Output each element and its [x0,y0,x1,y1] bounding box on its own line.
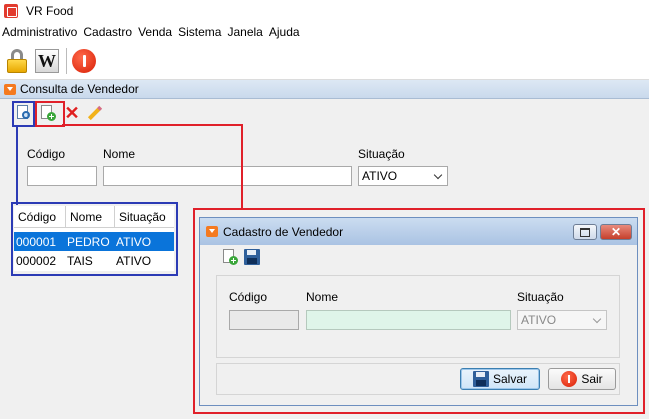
dialog-codigo-input[interactable] [229,310,299,330]
dialog-nome-label: Nome [306,290,339,304]
dialog-situacao-select[interactable]: ATIVO [517,310,607,330]
column-situacao[interactable]: Situação [115,206,174,228]
dialog-nome-input[interactable] [306,310,511,330]
column-codigo[interactable]: Código [14,206,66,228]
cell-nome: TAIS [67,253,93,268]
column-nome[interactable]: Nome [66,206,115,228]
menu-janela[interactable]: Janela [224,25,265,39]
sair-label: Sair [581,372,603,386]
edit-button[interactable] [85,103,105,123]
menu-venda[interactable]: Venda [135,25,175,39]
window-title: VR Food [26,4,74,18]
sair-button[interactable]: Sair [548,368,616,390]
dialog-titlebar: Cadastro de Vendedor ✕ [200,218,637,245]
search-icon [16,105,32,121]
search-button[interactable] [14,103,34,123]
vr-food-app-icon [4,4,18,18]
dialog-title: Cadastro de Vendedor [223,224,344,239]
cell-nome: PEDRO [67,234,110,249]
toolbar-separator [66,48,67,74]
w-button[interactable]: W [33,47,61,75]
filter-codigo-input[interactable] [27,166,97,186]
consulta-panel-header: Consulta de Vendedor [0,80,649,99]
delete-button[interactable]: ✕ [62,103,82,123]
window-titlebar: VR Food [0,0,649,22]
consulta-title: Consulta de Vendedor [20,82,139,96]
chevron-down-icon [433,170,443,180]
menu-cadastro[interactable]: Cadastro [80,25,135,39]
dialog-situacao-value: ATIVO [521,313,557,327]
delete-icon: ✕ [64,103,80,123]
lock-icon [7,49,27,73]
save-icon [244,249,260,265]
filter-situacao-value: ATIVO [362,169,398,183]
cell-situacao: ATIVO [116,234,152,249]
menu-administrativo[interactable]: Administrativo [0,25,80,39]
table-row[interactable]: 000001 PEDRO ATIVO [14,232,174,251]
menu-sistema[interactable]: Sistema [175,25,224,39]
cell-situacao: ATIVO [116,253,152,268]
new-button[interactable] [38,103,58,123]
annotation-blue-connector [16,127,18,205]
dialog-codigo-label: Código [229,290,268,304]
filter-situacao-label: Situação [358,147,405,161]
dialog-new-button[interactable] [220,247,240,267]
dialog-menu-icon[interactable] [206,226,218,237]
menu-ajuda[interactable]: Ajuda [266,25,303,39]
table-row[interactable]: 000002 TAIS ATIVO [14,251,174,270]
save-icon [472,371,489,387]
w-icon: W [35,49,59,73]
new-document-icon [40,105,56,121]
main-toolbar: W [0,42,649,80]
exit-button[interactable] [70,47,98,75]
filter-nome-label: Nome [103,147,136,161]
cell-codigo: 000001 [16,234,57,249]
power-icon [72,49,96,73]
filter-nome-input[interactable] [103,166,352,186]
close-button[interactable]: ✕ [600,224,632,240]
dialog-save-button[interactable] [242,247,262,267]
salvar-button[interactable]: Salvar [460,368,540,390]
filter-situacao-select[interactable]: ATIVO [358,166,448,186]
chevron-down-icon [592,314,602,324]
salvar-label: Salvar [492,372,527,386]
menu-bar: Administrativo Cadastro Venda Sistema Ja… [0,22,649,42]
restore-button[interactable] [573,224,597,240]
edit-pencil-icon [87,105,103,121]
grid-header: Código Nome Situação [14,206,174,228]
consulta-toolbar: ✕ [0,100,649,126]
filter-codigo-label: Código [27,147,66,161]
exit-icon [561,371,578,387]
dialog-situacao-label: Situação [517,290,564,304]
close-icon: ✕ [610,225,622,239]
lock-button[interactable] [3,47,31,75]
cell-codigo: 000002 [16,253,57,268]
vendedor-grid: Código Nome Situação 000001 PEDRO ATIVO … [14,206,174,271]
panel-menu-icon[interactable] [4,83,16,95]
new-document-icon [222,249,238,265]
